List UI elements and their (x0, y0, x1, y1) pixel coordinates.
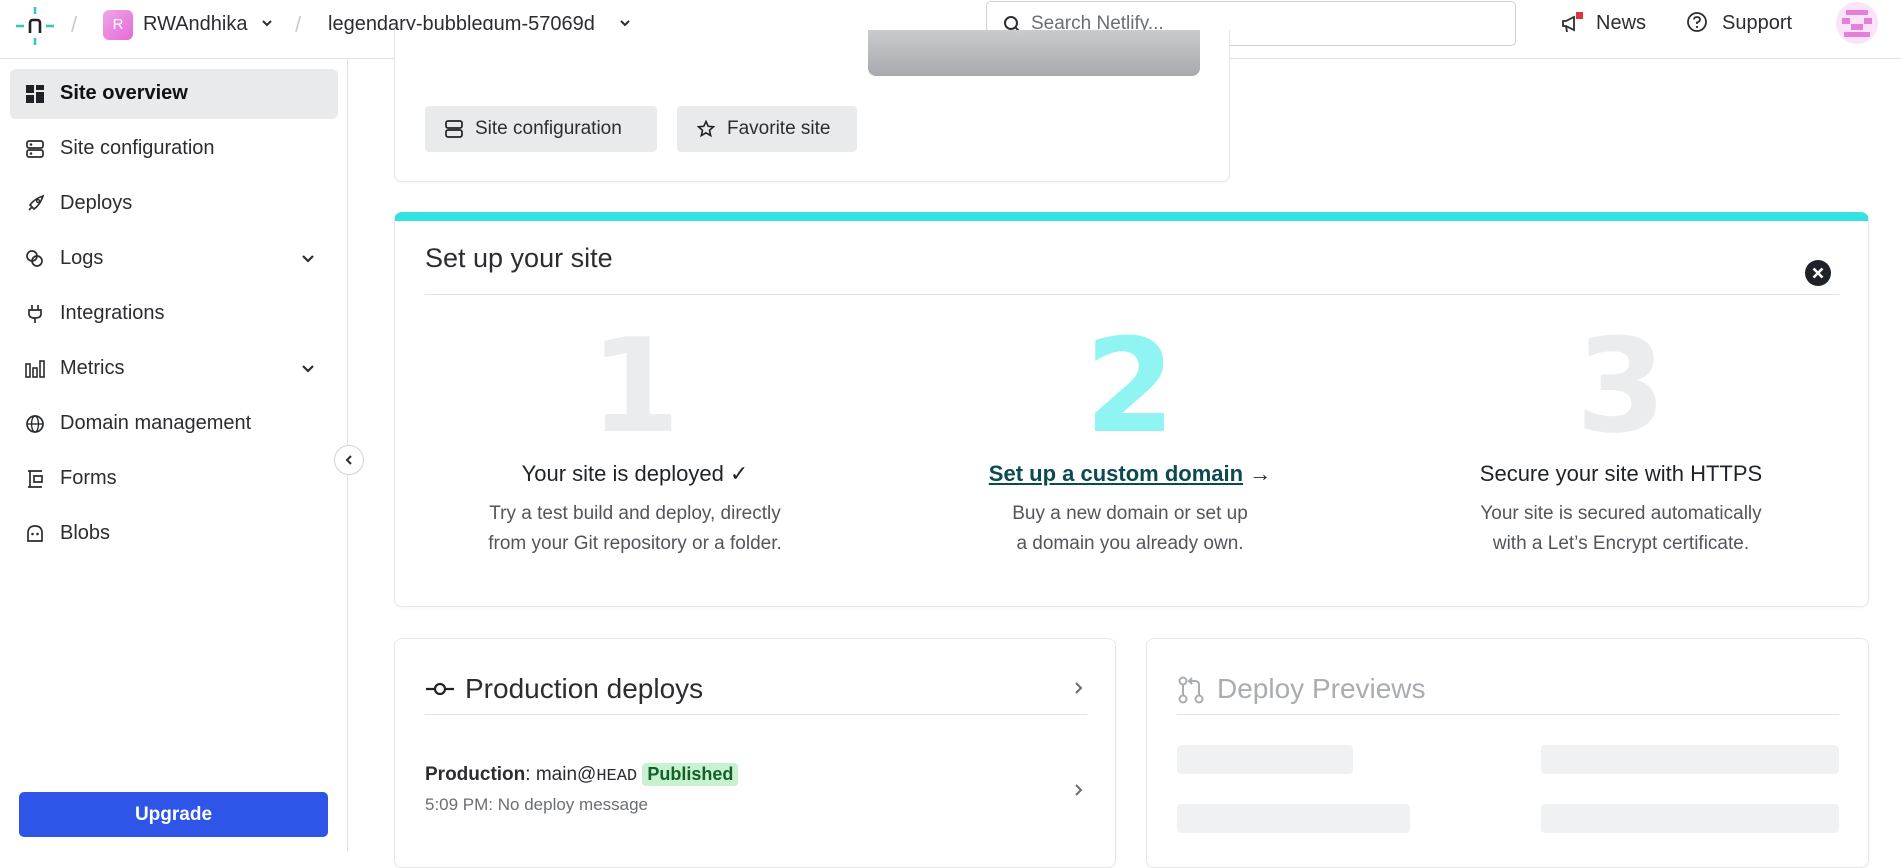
setup-step: 2 Set up a custom domain → Buy a new dom… (920, 321, 1340, 559)
arrow-right-icon: → (1249, 461, 1272, 486)
favorite-site-label: Favorite site (727, 118, 831, 139)
sidebar-item-deploys[interactable]: Deploys (10, 179, 338, 229)
deploy-row[interactable]: Production: main@HEAD Published (425, 763, 739, 786)
divider (425, 294, 1839, 295)
sidebar-item-metrics[interactable]: Metrics (10, 344, 338, 394)
step-number: 2 (1084, 310, 1176, 462)
chevron-down-icon[interactable] (300, 362, 316, 376)
divider (425, 714, 1087, 715)
sidebar-item-label: Site configuration (60, 137, 215, 159)
help-circle-icon[interactable] (1686, 11, 1708, 33)
sidebar-item-integrations[interactable]: Integrations (10, 289, 338, 339)
chevron-right-icon[interactable] (1073, 681, 1083, 695)
grid-icon (26, 85, 44, 103)
sidebar-item-label: Domain management (60, 412, 252, 434)
sidebar-item-site-configuration[interactable]: Site configuration (10, 124, 338, 174)
step-heading: Secure your site with HTTPS (1479, 461, 1763, 486)
breadcrumb-separator: / (71, 12, 78, 37)
divider (1177, 714, 1839, 715)
step-number: 3 (1575, 310, 1667, 462)
setup-step: 1 Your site is deployed ✓ Try a test bui… (425, 321, 845, 559)
sidebar-item-forms[interactable]: Forms (10, 454, 338, 504)
step-description: Your site is secured automatically with … (1480, 503, 1762, 554)
star-icon (697, 120, 715, 138)
loading-placeholder (1177, 804, 1410, 833)
site-configuration-button[interactable]: Site configuration (425, 106, 657, 152)
deploy-previews-card: Deploy Previews (1146, 638, 1869, 868)
support-link[interactable]: Support (1722, 12, 1792, 35)
logs-icon (26, 250, 43, 267)
step-number: 1 (589, 310, 681, 462)
sidebar-item-blobs[interactable]: Blobs (10, 509, 338, 559)
chevron-right-icon[interactable] (1073, 783, 1083, 797)
team-name[interactable]: RWAndhika (143, 13, 248, 36)
sidebar-item-label: Metrics (60, 357, 125, 379)
chevron-down-icon[interactable] (618, 16, 632, 30)
deploy-message: 5:09 PM: No deploy message (425, 795, 649, 814)
bar-chart-icon (25, 360, 45, 378)
setup-step: 3 Secure your site with HTTPS Your site … (1411, 321, 1831, 559)
deploy-ref: HEAD (596, 767, 638, 786)
netlify-logo-icon[interactable] (14, 5, 56, 47)
status-badge: Published (642, 763, 739, 786)
production-deploys-title[interactable]: Production deploys (465, 673, 703, 705)
setup-title: Set up your site (425, 243, 613, 273)
plug-icon (28, 305, 42, 323)
sidebar-item-site-overview[interactable]: Site overview (10, 69, 338, 119)
sidebar-item-logs[interactable]: Logs (10, 234, 338, 284)
sidebar-item-label: Integrations (60, 302, 165, 324)
loading-placeholder (1177, 745, 1353, 774)
commit-icon (426, 682, 454, 696)
chevron-down-icon[interactable] (300, 252, 316, 266)
megaphone-icon[interactable] (1560, 11, 1584, 35)
team-avatar[interactable]: R (103, 10, 133, 40)
deploy-previews-title[interactable]: Deploy Previews (1217, 673, 1426, 705)
blob-icon (27, 525, 43, 542)
sidebar-item-domain-management[interactable]: Domain management (10, 399, 338, 449)
sidebar-item-label: Blobs (60, 522, 111, 544)
deploy-branch: main@ (535, 764, 597, 785)
step-description: Try a test build and deploy, directly fr… (488, 503, 782, 554)
step-heading: Your site is deployed ✓ (521, 461, 749, 486)
sidebar-item-label: Forms (60, 467, 117, 489)
collapse-sidebar-button[interactable] (334, 445, 364, 475)
site-configuration-label: Site configuration (475, 118, 622, 139)
favorite-site-button[interactable]: Favorite site (677, 106, 857, 152)
config-icon (26, 140, 44, 158)
config-icon (445, 120, 463, 138)
deploy-context: Production (425, 764, 526, 785)
sidebar-item-label: Logs (60, 247, 104, 269)
user-avatar[interactable] (1836, 2, 1878, 44)
breadcrumb-separator: / (295, 12, 302, 37)
rocket-icon (28, 194, 45, 211)
sidebar-item-label: Deploys (60, 192, 133, 214)
custom-domain-link[interactable]: Set up a custom domain (989, 461, 1243, 486)
site-card: Site configuration Favorite site (394, 30, 1230, 182)
production-deploys-card: Production deploys Production: main@HEAD… (394, 638, 1116, 868)
form-icon (28, 470, 43, 488)
chevron-left-icon (345, 455, 352, 465)
sidebar-item-label: Site overview (60, 82, 188, 104)
loading-placeholder (1541, 804, 1839, 833)
news-link[interactable]: News (1596, 12, 1646, 35)
sidebar: Site overview Site configuration Deploys… (0, 59, 348, 851)
step-description: Buy a new domain or set up a domain you … (1012, 503, 1248, 554)
step-heading: Set up a custom domain → (920, 461, 1340, 487)
site-preview-thumbnail[interactable] (868, 30, 1200, 76)
upgrade-button[interactable]: Upgrade (19, 792, 328, 837)
loading-placeholder (1541, 745, 1839, 774)
chevron-down-icon[interactable] (260, 16, 274, 30)
close-icon[interactable] (1804, 259, 1832, 287)
pull-request-icon (1178, 676, 1204, 704)
globe-icon (26, 415, 44, 433)
setup-card: Set up your site 1 Your site is deployed… (394, 212, 1869, 607)
